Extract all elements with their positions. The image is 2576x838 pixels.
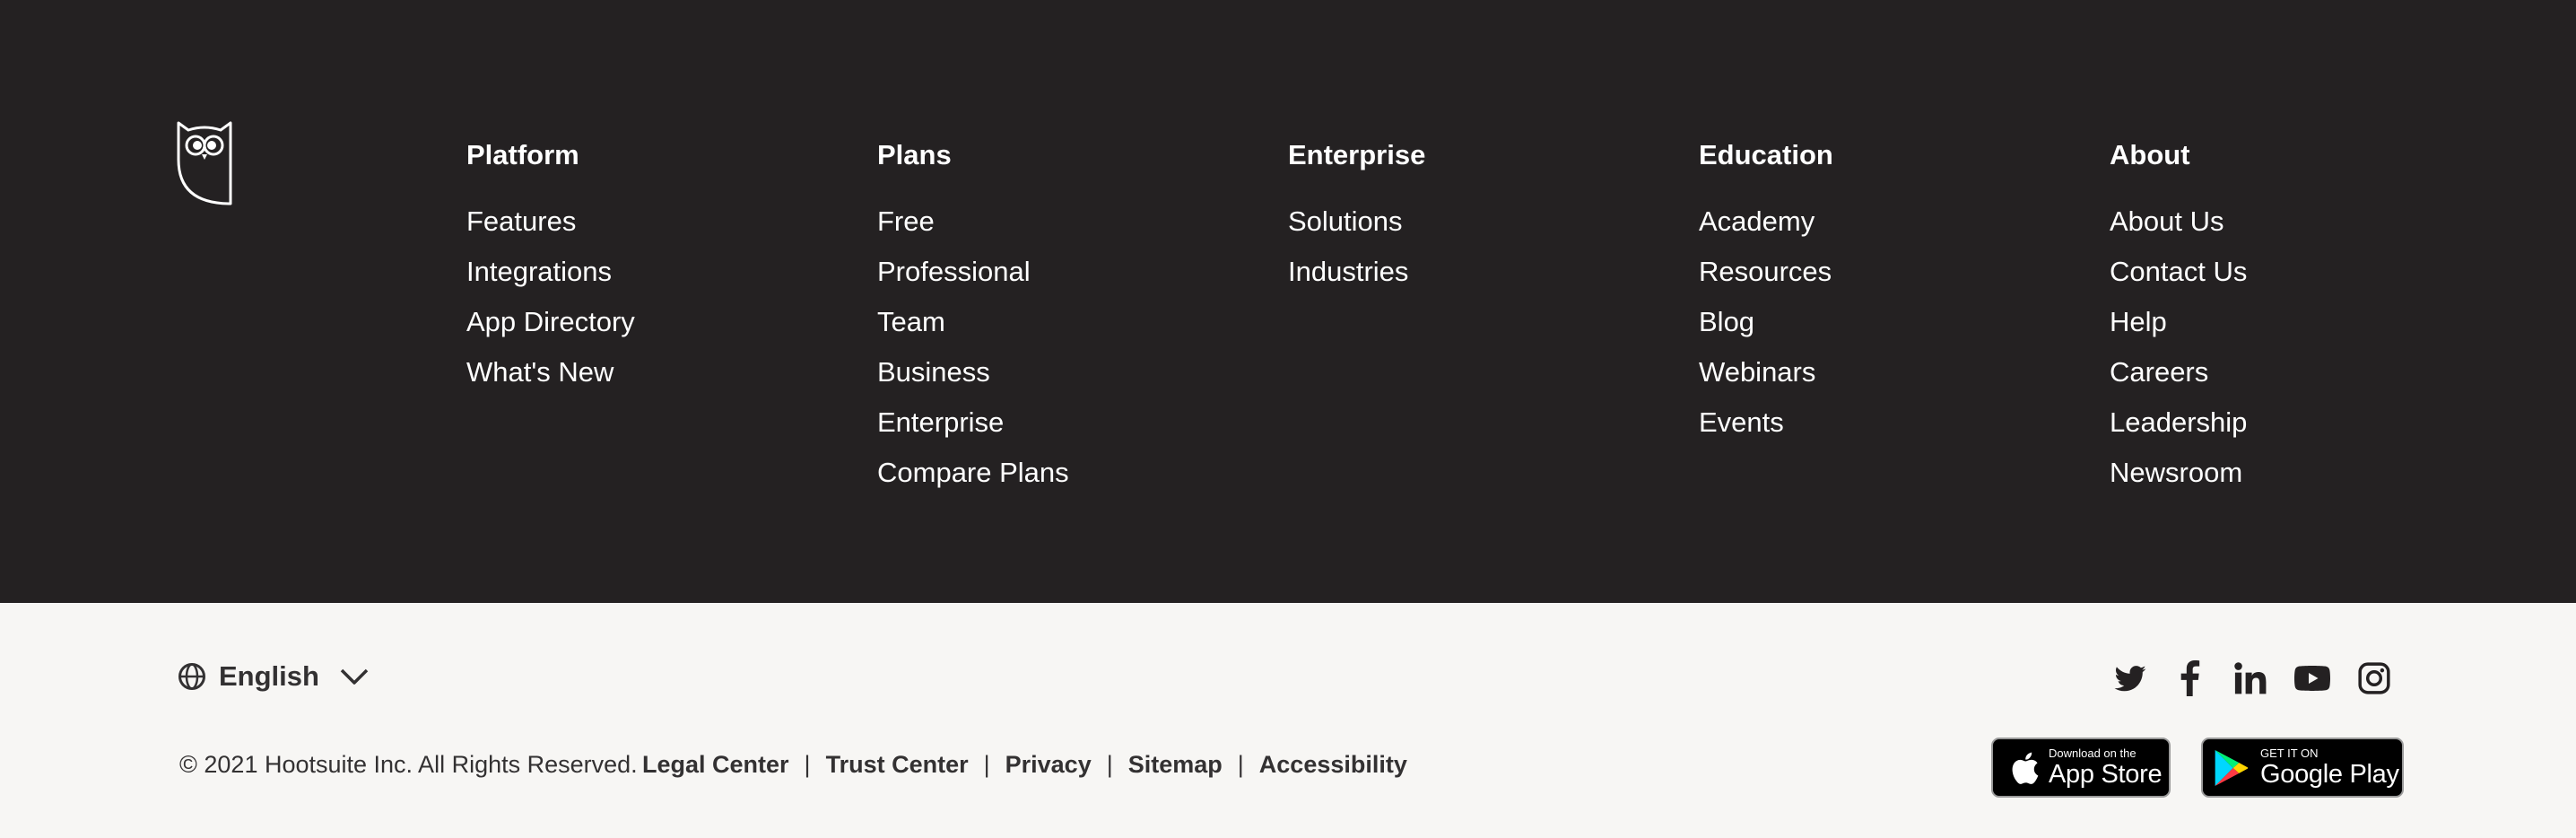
google-play-big-text: Google Play	[2260, 759, 2399, 789]
instagram-icon[interactable]	[2357, 660, 2391, 696]
footer-column-enterprise: Enterprise Solutions Industries	[1288, 138, 1425, 305]
footer-link-newsroom[interactable]: Newsroom	[2110, 456, 2247, 506]
column-heading: Education	[1699, 139, 1833, 170]
footer-link-industries[interactable]: Industries	[1288, 255, 1425, 305]
footer-column-about: About About Us Contact Us Help Careers L…	[2110, 138, 2247, 506]
footer-bottom-bar: English © 2021 Hootsuite Inc. All Rights…	[0, 603, 2576, 838]
footer-link-academy[interactable]: Academy	[1699, 205, 1833, 255]
app-store-small-text: Download on the	[2049, 746, 2137, 760]
trust-center-link[interactable]: Trust Center	[826, 746, 969, 782]
footer-link-webinars[interactable]: Webinars	[1699, 355, 1833, 406]
app-store-big-text: App Store	[2049, 759, 2163, 789]
link-separator: |	[983, 751, 990, 778]
footer-link-compare-plans[interactable]: Compare Plans	[877, 456, 1069, 506]
footer-column-plans: Plans Free Professional Team Business En…	[877, 138, 1069, 506]
google-play-icon	[2215, 749, 2249, 786]
footer-link-whats-new[interactable]: What's New	[466, 355, 635, 406]
footer-links-section: Platform Features Integrations App Direc…	[0, 0, 2576, 603]
link-separator: |	[804, 751, 811, 778]
column-heading: About	[2110, 139, 2190, 170]
linkedin-icon[interactable]	[2233, 660, 2267, 696]
column-heading: Platform	[466, 139, 579, 170]
footer-link-careers[interactable]: Careers	[2110, 355, 2247, 406]
footer-column-platform: Platform Features Integrations App Direc…	[466, 138, 635, 406]
footer-link-resources[interactable]: Resources	[1699, 255, 1833, 305]
footer-link-enterprise-plan[interactable]: Enterprise	[877, 406, 1069, 456]
app-store-badge[interactable]: Download on the App Store	[1991, 738, 2171, 798]
google-play-badge[interactable]: GET IT ON Google Play	[2201, 738, 2404, 798]
footer-link-about-us[interactable]: About Us	[2110, 205, 2247, 255]
accessibility-link[interactable]: Accessibility	[1259, 746, 1407, 782]
link-separator: |	[1237, 751, 1244, 778]
footer-link-events[interactable]: Events	[1699, 406, 1833, 456]
language-selector[interactable]: English	[178, 659, 370, 694]
legal-center-link[interactable]: Legal Center	[642, 746, 789, 782]
link-separator: |	[1106, 751, 1113, 778]
footer-link-free[interactable]: Free	[877, 205, 1069, 255]
footer-link-blog[interactable]: Blog	[1699, 305, 1833, 355]
footer-link-team[interactable]: Team	[877, 305, 1069, 355]
column-heading: Plans	[877, 139, 952, 170]
copyright-text: © 2021 Hootsuite Inc. All Rights Reserve…	[179, 751, 638, 778]
apple-icon	[2012, 752, 2039, 784]
footer-link-professional[interactable]: Professional	[877, 255, 1069, 305]
footer-link-app-directory[interactable]: App Directory	[466, 305, 635, 355]
google-play-small-text: GET IT ON	[2260, 746, 2319, 760]
footer-link-help[interactable]: Help	[2110, 305, 2247, 355]
sitemap-link[interactable]: Sitemap	[1128, 746, 1223, 782]
legal-links: Legal Center | Trust Center | Privacy | …	[642, 746, 1407, 782]
youtube-icon[interactable]	[2294, 660, 2330, 696]
hootsuite-owl-logo[interactable]	[176, 120, 233, 206]
globe-icon	[178, 663, 205, 690]
footer-link-contact-us[interactable]: Contact Us	[2110, 255, 2247, 305]
chevron-down-icon	[340, 668, 369, 685]
footer-link-features[interactable]: Features	[466, 205, 635, 255]
footer-column-education: Education Academy Resources Blog Webinar…	[1699, 138, 1833, 456]
footer-link-leadership[interactable]: Leadership	[2110, 406, 2247, 456]
facebook-icon[interactable]	[2178, 660, 2201, 696]
column-heading: Enterprise	[1288, 139, 1426, 170]
language-label: English	[219, 660, 319, 692]
twitter-icon[interactable]	[2113, 660, 2147, 696]
footer-link-solutions[interactable]: Solutions	[1288, 205, 1425, 255]
footer-link-integrations[interactable]: Integrations	[466, 255, 635, 305]
privacy-link[interactable]: Privacy	[1005, 746, 1092, 782]
footer-link-business[interactable]: Business	[877, 355, 1069, 406]
